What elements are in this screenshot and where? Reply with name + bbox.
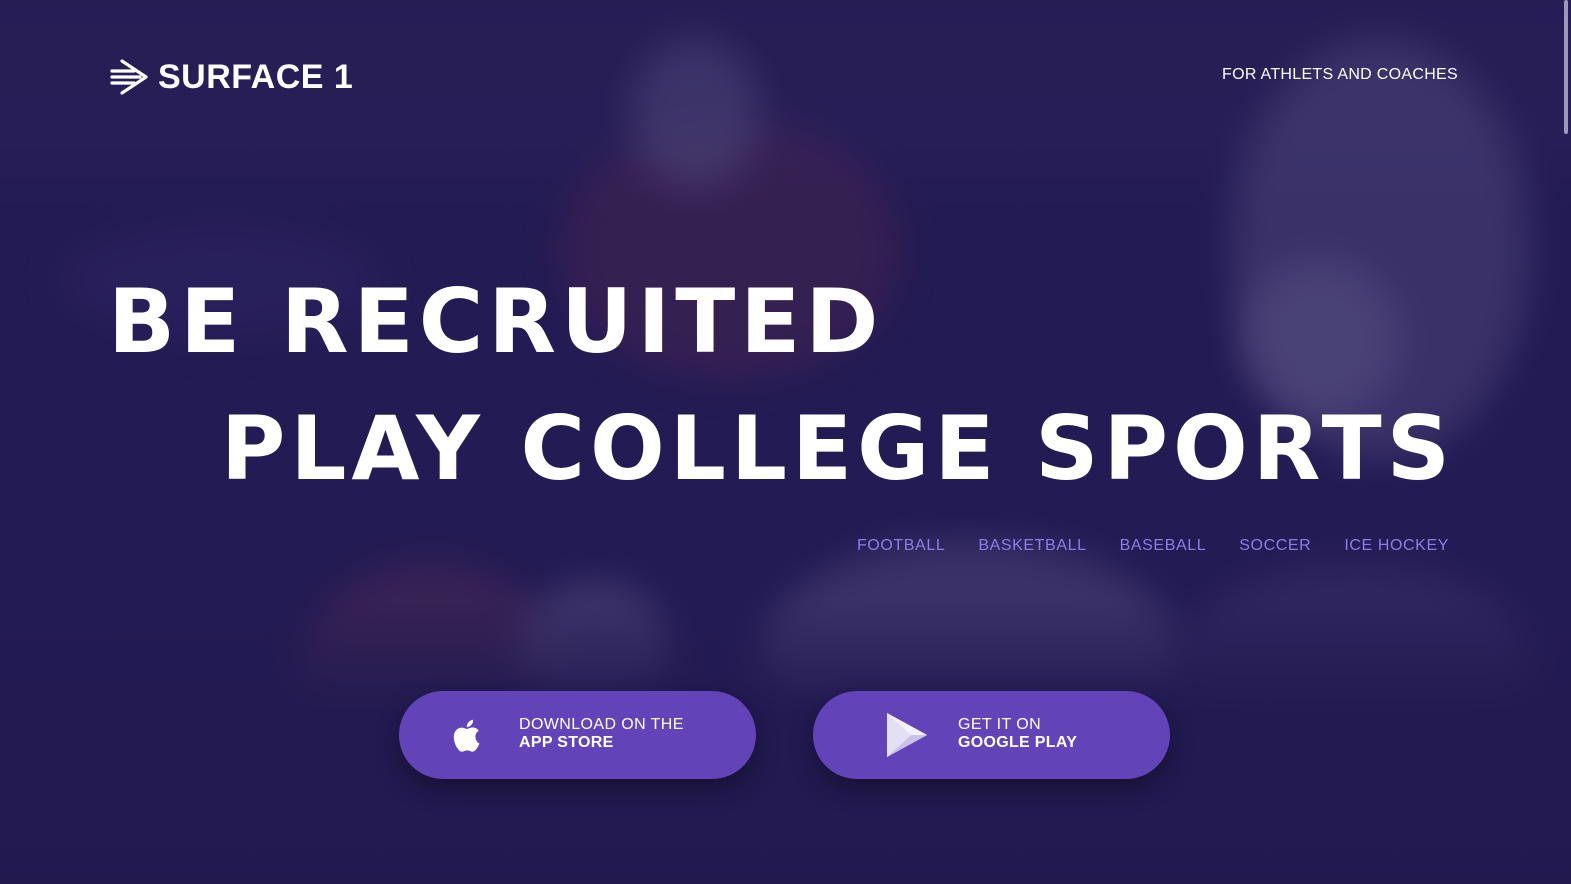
sport-link-basketball[interactable]: BASKETBALL: [978, 537, 1086, 554]
google-play-button[interactable]: GET IT ON GOOGLE PLAY: [813, 691, 1170, 779]
sport-link-soccer[interactable]: SOCCER: [1239, 537, 1311, 554]
google-play-icon: [887, 713, 927, 757]
google-play-line-1: GET IT ON: [958, 716, 1042, 733]
landing-page: SURFACE 1 FOR ATHLETS AND COACHES BE REC…: [0, 0, 1571, 884]
surface1-logo-icon: [110, 59, 148, 95]
sport-link-baseball[interactable]: BASEBALL: [1120, 537, 1207, 554]
app-store-button[interactable]: DOWNLOAD ON THE APP STORE: [399, 691, 756, 779]
app-store-text: DOWNLOAD ON THE APP STORE: [519, 716, 684, 752]
google-play-text: GET IT ON GOOGLE PLAY: [958, 716, 1077, 752]
sport-link-ice-hockey[interactable]: ICE HOCKEY: [1344, 537, 1449, 554]
brand-logo[interactable]: SURFACE 1: [110, 57, 353, 97]
google-play-line-2: GOOGLE PLAY: [958, 734, 1078, 751]
hero-headline-line-2: PLAY COLLEGE SPORTS: [220, 397, 1455, 500]
page-scrollbar[interactable]: [1564, 0, 1568, 134]
brand-name: SURFACE 1: [158, 58, 354, 96]
hero-headline-line-1: BE RECRUITED: [108, 270, 884, 373]
apple-icon: [453, 719, 480, 752]
for-athletes-and-coaches-link[interactable]: FOR ATHLETS AND COACHES: [1222, 66, 1458, 84]
app-store-line-2: APP STORE: [519, 734, 614, 751]
app-store-line-1: DOWNLOAD ON THE: [519, 716, 684, 733]
sport-link-football[interactable]: FOOTBALL: [857, 537, 945, 554]
sports-nav: FOOTBALL BASKETBALL BASEBALL SOCCER ICE …: [857, 537, 1449, 555]
